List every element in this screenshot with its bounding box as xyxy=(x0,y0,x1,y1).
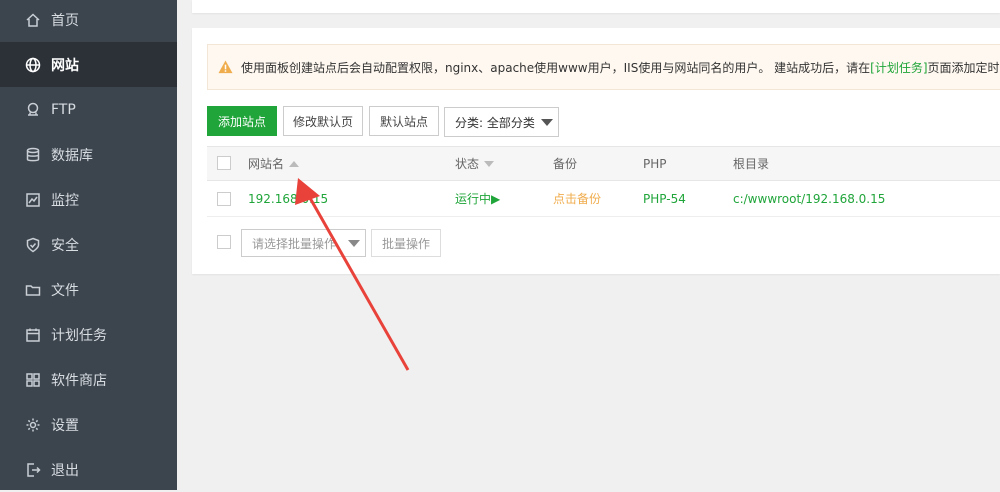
add-site-button[interactable]: 添加站点 xyxy=(207,106,277,136)
row-checkbox[interactable] xyxy=(217,192,231,206)
sidebar-item-store[interactable]: 软件商店 xyxy=(0,357,177,402)
notice-text: 使用面板创建站点后会自动配置权限，nginx、apache使用www用户，IIS… xyxy=(241,60,871,75)
column-php: PHP xyxy=(643,156,667,171)
sidebar-item-label: 网站 xyxy=(51,57,79,74)
default-site-button[interactable]: 默认站点 xyxy=(369,106,439,136)
calendar-icon xyxy=(23,325,43,345)
grid-apps-icon xyxy=(23,370,43,390)
warning-icon xyxy=(218,60,233,74)
sidebar-item-label: 退出 xyxy=(51,462,79,479)
column-site-name-label: 网站名 xyxy=(248,157,285,171)
folder-icon xyxy=(23,280,43,300)
shield-icon xyxy=(23,235,43,255)
sidebar-item-monitor[interactable]: 监控 xyxy=(0,177,177,222)
column-status[interactable]: 状态 xyxy=(455,147,495,180)
category-select[interactable]: 分类: 全部分类 xyxy=(444,107,559,137)
home-icon xyxy=(23,10,43,30)
site-list-card: 使用面板创建站点后会自动配置权限，nginx、apache使用www用户，IIS… xyxy=(192,28,1000,274)
column-backup: 备份 xyxy=(553,157,578,171)
sidebar-item-label: 文件 xyxy=(51,282,79,299)
bulk-action-placeholder: 请选择批量操作 xyxy=(252,236,337,251)
column-site-name[interactable]: 网站名 xyxy=(248,147,300,180)
edit-default-page-button[interactable]: 修改默认页 xyxy=(283,106,363,136)
sidebar-item-label: 计划任务 xyxy=(51,327,107,344)
column-root: 根目录 xyxy=(733,157,770,171)
sort-up-icon xyxy=(289,160,300,167)
monitor-chart-icon xyxy=(23,190,43,210)
sidebar-item-ftp[interactable]: FTP xyxy=(0,87,177,132)
bulk-action-select[interactable]: 请选择批量操作 xyxy=(241,229,366,257)
sidebar-item-home[interactable]: 首页 xyxy=(0,0,177,42)
sidebar-item-label: 设置 xyxy=(51,417,79,434)
chevron-down-icon xyxy=(541,119,553,126)
sidebar-item-cron[interactable]: 计划任务 xyxy=(0,312,177,357)
root-dir-link[interactable]: c:/wwwroot/192.168.0.15 xyxy=(733,181,885,216)
table-row: 192.168.0.15 运行中▶ 点击备份 PHP-54 c:/wwwroot… xyxy=(207,181,1000,217)
sidebar-item-label: 安全 xyxy=(51,237,79,254)
globe-icon xyxy=(23,55,43,75)
sidebar-item-files[interactable]: 文件 xyxy=(0,267,177,312)
sidebar-item-label: 软件商店 xyxy=(51,372,107,389)
table-header: 网站名 状态 备份 PHP 根目录 xyxy=(207,146,1000,181)
notice-text-tail: 页面添加定时备 xyxy=(927,60,1000,75)
site-name-link[interactable]: 192.168.0.15 xyxy=(248,181,328,216)
database-icon xyxy=(23,145,43,165)
sidebar-item-settings[interactable]: 设置 xyxy=(0,402,177,447)
backup-link[interactable]: 点击备份 xyxy=(553,181,601,216)
select-all-checkbox[interactable] xyxy=(217,156,231,170)
sidebar-item-website[interactable]: 网站 xyxy=(0,42,177,87)
chevron-down-icon xyxy=(348,240,360,247)
cron-task-link[interactable]: [计划任务] xyxy=(870,59,927,76)
sidebar-item-label: 首页 xyxy=(51,12,79,29)
logout-icon xyxy=(23,460,43,480)
site-status-toggle[interactable]: 运行中▶ xyxy=(455,181,500,216)
sidebar-item-label: 监控 xyxy=(51,192,79,209)
sidebar-item-database[interactable]: 数据库 xyxy=(0,132,177,177)
column-status-label: 状态 xyxy=(455,157,480,171)
bulk-select-checkbox[interactable] xyxy=(217,235,231,249)
sidebar: 首页 网站 FTP 数据库 监控 安全 文件 计划任务 软件商店 设置 退出 xyxy=(0,0,177,490)
top-panel xyxy=(192,0,1000,13)
php-version-link[interactable]: PHP-54 xyxy=(643,181,686,216)
sidebar-item-security[interactable]: 安全 xyxy=(0,222,177,267)
bulk-action-button[interactable]: 批量操作 xyxy=(371,229,441,257)
ftp-server-icon xyxy=(23,100,43,120)
sort-down-icon xyxy=(484,160,495,167)
sidebar-item-logout[interactable]: 退出 xyxy=(0,447,177,492)
category-select-value: 分类: 全部分类 xyxy=(455,115,535,130)
sidebar-item-label: 数据库 xyxy=(51,147,93,164)
gear-icon xyxy=(23,415,43,435)
permission-notice: 使用面板创建站点后会自动配置权限，nginx、apache使用www用户，IIS… xyxy=(207,44,1000,90)
sidebar-item-label: FTP xyxy=(51,101,76,118)
